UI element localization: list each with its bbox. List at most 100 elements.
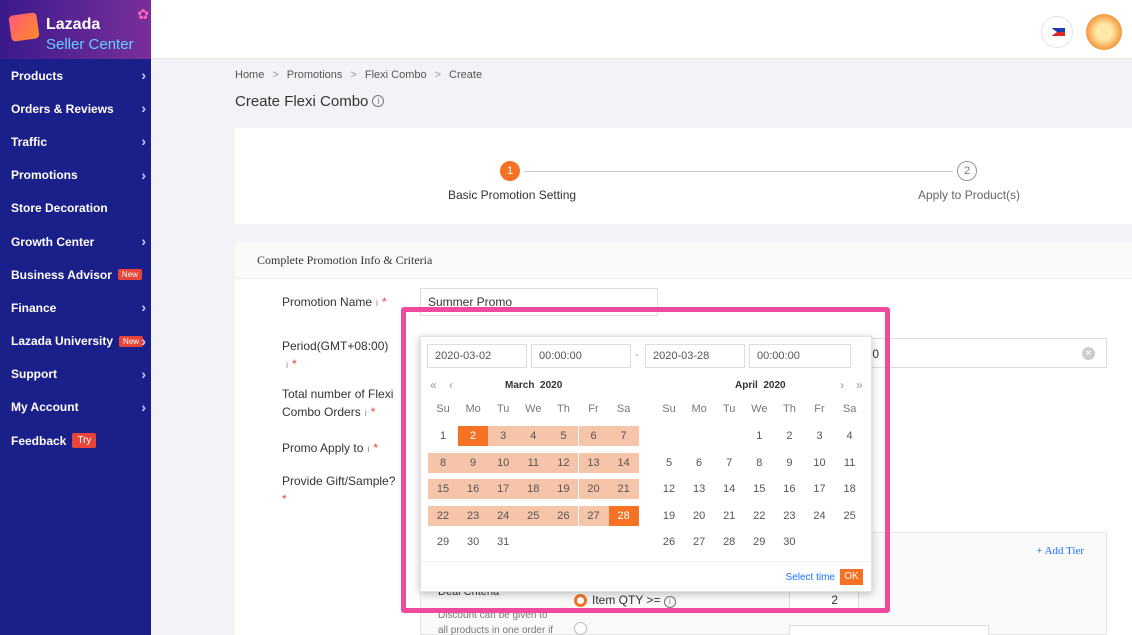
info-icon[interactable]: i bbox=[367, 444, 369, 454]
sidebar-item-promotions[interactable]: Promotions › bbox=[0, 159, 151, 192]
calendar-day[interactable]: 5 bbox=[548, 426, 579, 446]
info-icon[interactable]: i bbox=[365, 408, 367, 418]
ok-button[interactable]: OK bbox=[840, 569, 863, 585]
calendar-day[interactable]: 31 bbox=[488, 532, 518, 552]
info-icon[interactable]: i bbox=[663, 596, 676, 608]
calendar-day[interactable]: 12 bbox=[654, 479, 684, 499]
calendar-day[interactable]: 30 bbox=[458, 532, 488, 552]
calendar-day[interactable]: 2 bbox=[774, 426, 804, 446]
calendar-day[interactable]: 16 bbox=[458, 479, 489, 499]
sidebar-item-orders-reviews[interactable]: Orders & Reviews › bbox=[0, 92, 151, 125]
sidebar-item-lazada-university[interactable]: Lazada University New › bbox=[0, 325, 151, 358]
calendar-day[interactable]: 23 bbox=[774, 506, 804, 526]
info-icon[interactable]: i bbox=[286, 360, 288, 370]
lazada-logo[interactable]: Lazada Seller Center ✿ bbox=[0, 0, 151, 59]
calendar-day[interactable]: 29 bbox=[744, 532, 774, 552]
calendar-day[interactable]: 24 bbox=[805, 506, 835, 526]
breadcrumb-flexi-combo[interactable]: Flexi Combo bbox=[365, 69, 427, 81]
calendar-day[interactable]: 29 bbox=[428, 532, 458, 552]
prev-year-icon[interactable]: « bbox=[430, 378, 437, 392]
calendar-day[interactable]: 10 bbox=[805, 453, 835, 473]
breadcrumb-promotions[interactable]: Promotions bbox=[287, 69, 343, 81]
calendar-day[interactable]: 4 bbox=[835, 426, 865, 446]
calendar-day[interactable]: 26 bbox=[654, 532, 684, 552]
calendar-day[interactable]: 11 bbox=[518, 452, 549, 473]
calendar-day[interactable]: 30 bbox=[774, 532, 804, 552]
calendar-day[interactable]: 13 bbox=[684, 479, 714, 499]
calendar-day[interactable]: 23 bbox=[458, 505, 489, 526]
add-tier-link[interactable]: + Add Tier bbox=[1036, 545, 1084, 557]
calendar-day[interactable]: 8 bbox=[428, 452, 458, 473]
calendar-day[interactable]: 3 bbox=[805, 426, 835, 446]
calendar-day[interactable]: 27 bbox=[684, 532, 714, 552]
calendar-day[interactable]: 6 bbox=[684, 453, 714, 473]
calendar-day[interactable]: 15 bbox=[744, 479, 774, 499]
calendar-day[interactable]: 12 bbox=[548, 452, 579, 473]
prev-month-icon[interactable]: ‹ bbox=[449, 378, 453, 392]
calendar-day[interactable]: 9 bbox=[458, 452, 489, 473]
calendar-day[interactable]: 15 bbox=[428, 479, 458, 499]
calendar-day[interactable]: 18 bbox=[835, 479, 865, 499]
calendar-day[interactable]: 25 bbox=[518, 505, 549, 526]
sidebar-item-store-decoration[interactable]: Store Decoration bbox=[0, 192, 151, 225]
calendar-day[interactable]: 6 bbox=[578, 426, 609, 446]
next-month-icon[interactable]: › bbox=[840, 378, 844, 392]
calendar-day[interactable]: 19 bbox=[654, 506, 684, 526]
calendar-day[interactable]: 7 bbox=[608, 426, 639, 446]
order-value-input[interactable] bbox=[789, 625, 989, 635]
end-time-input[interactable]: 00:00:00 bbox=[749, 344, 851, 368]
calendar-day[interactable]: 14 bbox=[714, 479, 744, 499]
calendar-day[interactable]: 16 bbox=[774, 479, 804, 499]
calendar-day[interactable]: 28 bbox=[714, 532, 744, 552]
calendar-day[interactable]: 1 bbox=[428, 426, 458, 446]
calendar-day[interactable]: 19 bbox=[548, 479, 579, 499]
sidebar-item-business-advisor[interactable]: Business Advisor New bbox=[0, 258, 151, 291]
sidebar-item-products[interactable]: Products › bbox=[0, 59, 151, 92]
select-time-link[interactable]: Select time bbox=[786, 572, 835, 583]
calendar-day[interactable]: 22 bbox=[744, 506, 774, 526]
breadcrumb-home[interactable]: Home bbox=[235, 69, 264, 81]
calendar-day[interactable]: 17 bbox=[488, 479, 519, 499]
calendar-day[interactable]: 10 bbox=[488, 452, 519, 473]
promotion-name-input[interactable]: Summer Promo bbox=[420, 288, 658, 316]
calendar-day[interactable]: 14 bbox=[608, 452, 639, 473]
info-icon[interactable]: i bbox=[376, 298, 378, 308]
next-year-icon[interactable]: » bbox=[856, 378, 863, 392]
philippines-flag-icon[interactable] bbox=[1042, 17, 1072, 47]
calendar-day[interactable]: 20 bbox=[684, 506, 714, 526]
calendar-day[interactable]: 18 bbox=[518, 479, 549, 499]
calendar-day[interactable]: 8 bbox=[744, 453, 774, 473]
calendar-day[interactable]: 28 bbox=[608, 505, 639, 526]
calendar-day[interactable]: 21 bbox=[608, 479, 639, 499]
start-time-input[interactable]: 00:00:00 bbox=[531, 344, 631, 368]
calendar-day[interactable]: 4 bbox=[518, 426, 549, 446]
calendar-day[interactable]: 20 bbox=[578, 479, 609, 499]
order-value-radio[interactable] bbox=[574, 622, 587, 635]
calendar-day[interactable]: 9 bbox=[774, 453, 804, 473]
clear-icon[interactable]: ✕ bbox=[1082, 347, 1095, 360]
end-date-input[interactable]: 2020-03-28 bbox=[645, 344, 745, 368]
calendar-day[interactable]: 17 bbox=[805, 479, 835, 499]
user-avatar[interactable] bbox=[1086, 14, 1122, 50]
sidebar-item-my-account[interactable]: My Account › bbox=[0, 391, 151, 424]
item-qty-radio[interactable] bbox=[574, 594, 587, 607]
sidebar-item-support[interactable]: Support › bbox=[0, 358, 151, 391]
calendar-day[interactable]: 5 bbox=[654, 453, 684, 473]
info-icon[interactable]: i bbox=[372, 95, 385, 107]
calendar-day[interactable]: 21 bbox=[714, 506, 744, 526]
calendar-day[interactable]: 22 bbox=[428, 505, 458, 526]
calendar-day[interactable]: 7 bbox=[714, 453, 744, 473]
sidebar-item-growth-center[interactable]: Growth Center › bbox=[0, 225, 151, 258]
calendar-day[interactable]: 26 bbox=[548, 505, 579, 526]
calendar-day[interactable]: 25 bbox=[835, 506, 865, 526]
calendar-day[interactable]: 2 bbox=[458, 426, 489, 446]
sidebar-item-traffic[interactable]: Traffic › bbox=[0, 125, 151, 158]
calendar-day[interactable]: 3 bbox=[488, 426, 519, 446]
sidebar-item-finance[interactable]: Finance › bbox=[0, 291, 151, 324]
calendar-day[interactable]: 27 bbox=[578, 505, 609, 526]
calendar-day[interactable]: 24 bbox=[488, 505, 519, 526]
calendar-day[interactable]: 13 bbox=[578, 452, 609, 473]
start-date-input[interactable]: 2020-03-02 bbox=[427, 344, 527, 368]
calendar-day[interactable]: 1 bbox=[744, 426, 774, 446]
sidebar-item-feedback[interactable]: Feedback Try bbox=[0, 424, 151, 457]
